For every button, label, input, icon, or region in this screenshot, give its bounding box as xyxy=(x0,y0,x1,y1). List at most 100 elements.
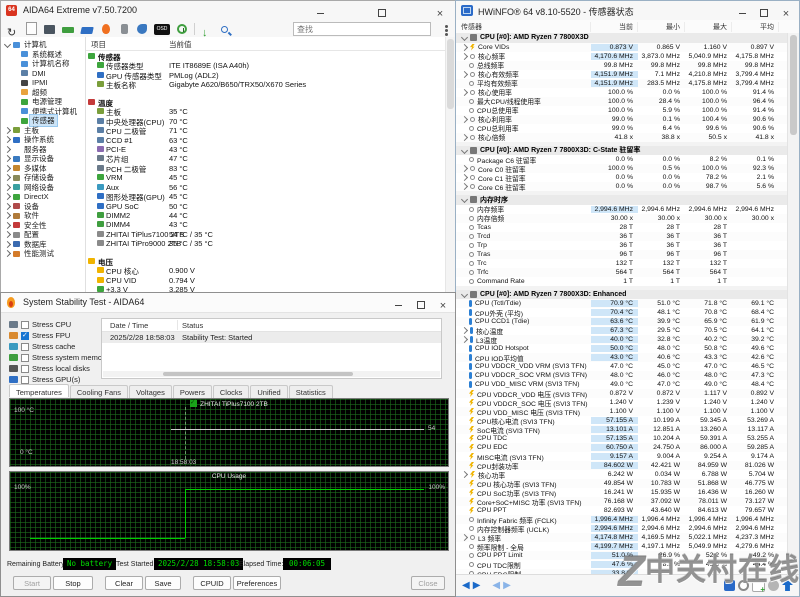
sensor-row[interactable]: Core C6 驻留率0.0 %0.0 %98.7 %5.6 % xyxy=(456,182,788,191)
chevron-right-icon[interactable] xyxy=(461,70,468,77)
chevron-right-icon[interactable] xyxy=(461,165,468,172)
log-header[interactable]: Date / Time Status xyxy=(102,319,441,332)
sidebar-item-dmi[interactable]: DMI xyxy=(1,69,85,79)
sensor-row[interactable]: Command Rate1 T1 T1 T xyxy=(456,277,788,286)
sidebar-item-sensor[interactable]: 传感器 xyxy=(1,116,85,126)
sidebar-item-security[interactable]: 安全性 xyxy=(1,221,85,231)
back-arrow-icon[interactable]: ◀ xyxy=(462,581,470,591)
sensor-row[interactable]: CPU VID0.794 V xyxy=(86,275,446,284)
chevron-down-icon[interactable] xyxy=(461,34,468,41)
chevron-down-icon[interactable] xyxy=(4,41,11,48)
close-button[interactable] xyxy=(779,4,793,17)
stop-button[interactable]: Stop xyxy=(53,576,93,590)
sensor-row[interactable]: PCI-E43 °C xyxy=(86,144,446,153)
tab-statistics[interactable]: Statistics xyxy=(289,385,333,398)
video-adapter-icon[interactable] xyxy=(80,27,93,34)
sensor-row[interactable]: 中央处理器(CPU)70 °C xyxy=(86,116,446,125)
checkbox[interactable] xyxy=(21,376,29,384)
chevron-down-icon[interactable] xyxy=(461,147,468,154)
chevron-right-icon[interactable] xyxy=(461,52,468,59)
close-button[interactable] xyxy=(433,4,447,17)
sidebar-item-computer-name[interactable]: 计算机名称 xyxy=(1,59,85,69)
hwinfo-group-header[interactable]: CPU [#0]: AMD Ryzen 7 7800X3D xyxy=(456,33,788,43)
scrollbar-thumb[interactable] xyxy=(163,372,353,376)
checkbox[interactable] xyxy=(21,343,29,351)
update-icon[interactable] xyxy=(202,23,214,35)
legend-checkbox-icon[interactable] xyxy=(190,400,197,407)
hwinfo-column-2[interactable]: 最小 xyxy=(638,22,685,32)
sensor-row[interactable]: Core+SoC+MISC 功率 (SVI3 TFN)76.168 W37.09… xyxy=(456,497,788,506)
chevron-right-icon[interactable] xyxy=(461,44,468,51)
column-item[interactable]: 项目 xyxy=(91,39,106,50)
minimize-button[interactable] xyxy=(735,4,749,17)
sensor-row[interactable]: DIMM443 °C xyxy=(86,219,446,228)
memory-icon[interactable] xyxy=(62,27,74,33)
log-row[interactable]: 2025/2/28 18:58:03Stability Test: Starte… xyxy=(102,332,441,343)
sensor-row[interactable]: SoC电流 (SVI3 TFN)13.101 A12.851 A13.260 A… xyxy=(456,425,788,434)
chevron-right-icon[interactable] xyxy=(4,165,11,172)
sensor-row[interactable]: PCH 二极管83 °C xyxy=(86,163,446,172)
sensor-row[interactable]: 芯片组47 °C xyxy=(86,153,446,162)
checkbox[interactable] xyxy=(21,354,29,362)
sensor-row[interactable]: GPU SoC50 °C xyxy=(86,201,446,210)
chevron-right-icon[interactable] xyxy=(4,155,11,162)
chevron-right-icon[interactable] xyxy=(4,136,11,143)
chevron-right-icon[interactable] xyxy=(4,174,11,181)
chevron-right-icon[interactable] xyxy=(461,88,468,95)
sensor-row[interactable]: CPU VDDCR_VDD VRM (SVI3 TFN)47.0 °C45.0 … xyxy=(456,362,788,371)
pin-icon[interactable] xyxy=(121,24,128,34)
sensor-row[interactable]: GPU 传感器类型PMLog (ADL2) xyxy=(86,70,446,79)
chevron-right-icon[interactable] xyxy=(4,127,11,134)
checkbox[interactable] xyxy=(21,321,29,329)
chevron-right-icon[interactable] xyxy=(461,174,468,181)
chevron-right-icon[interactable] xyxy=(4,241,11,248)
sensor-row[interactable]: Trfc564 T564 T564 T xyxy=(456,268,788,277)
maximize-button[interactable] xyxy=(757,4,771,17)
sensor-row[interactable]: CPU IOD平均值43.0 °C40.6 °C43.3 °C42.6 °C xyxy=(456,353,788,362)
stress-option[interactable]: Stress cache xyxy=(9,341,101,352)
forward-arrow-icon[interactable]: ▶ xyxy=(473,581,481,591)
osd-icon[interactable]: OSD xyxy=(154,24,170,35)
chevron-right-icon[interactable] xyxy=(4,203,11,210)
sensor-row[interactable]: Trc132 T132 T132 T xyxy=(456,259,788,268)
minimize-button[interactable] xyxy=(313,4,327,17)
checkbox[interactable] xyxy=(21,365,29,373)
save-button[interactable]: Save xyxy=(145,576,181,590)
chevron-right-icon[interactable] xyxy=(4,193,11,200)
sidebar-item-benchmark[interactable]: 性能测试 xyxy=(1,249,85,259)
chevron-right-icon[interactable] xyxy=(461,115,468,122)
clear-button[interactable]: Clear xyxy=(105,576,143,590)
maximize-button[interactable] xyxy=(375,4,389,17)
stability-test-icon[interactable] xyxy=(102,24,110,34)
graph-legend[interactable]: ZHITAI TiPlus7100 2TB xyxy=(10,400,448,408)
chevron-right-icon[interactable] xyxy=(4,146,11,153)
sensor-row[interactable]: VRM45 °C xyxy=(86,172,446,181)
chevron-down-icon[interactable] xyxy=(461,196,468,203)
sensor-row[interactable]: ZHITAI TiPro9000 2TB35 °C / 35 °C xyxy=(86,238,446,247)
hwinfo-group-header[interactable]: CPU [#0]: AMD Ryzen 7 7800X3D: Enhanced xyxy=(456,290,788,300)
sensor-row[interactable]: DIMM244 °C xyxy=(86,210,446,219)
panel-column-header[interactable]: 项目 当前值 xyxy=(86,37,446,51)
hwinfo-scrollbar[interactable] xyxy=(787,33,799,574)
sensor-row[interactable]: CPU 二极管71 °C xyxy=(86,125,446,134)
sensor-row[interactable]: 图形处理器(GPU)45 °C xyxy=(86,191,446,200)
hwinfo-column-headers[interactable]: 传感器当前最小最大平均 xyxy=(456,20,799,34)
chevron-right-icon[interactable] xyxy=(461,336,468,343)
preferences-button[interactable]: Preferences xyxy=(233,576,281,590)
tab-clocks[interactable]: Clocks xyxy=(213,385,250,398)
sensor-row[interactable]: CPU外壳 (平均)70.4 °C48.1 °C70.8 °C68.4 °C xyxy=(456,308,788,317)
chevron-right-icon[interactable] xyxy=(461,471,468,478)
stress-option[interactable]: Stress system memory xyxy=(9,352,101,363)
tab-unified[interactable]: Unified xyxy=(250,385,287,398)
sensor-row[interactable]: Aux56 °C xyxy=(86,182,446,191)
tab-temperatures[interactable]: Temperatures xyxy=(9,384,69,397)
stress-option[interactable]: Stress CPU xyxy=(9,319,101,330)
hwinfo-column-3[interactable]: 最大 xyxy=(685,22,732,32)
sidebar-item-devices[interactable]: 设备 xyxy=(1,202,85,212)
log-column-status[interactable]: Status xyxy=(182,321,203,330)
column-current-value[interactable]: 当前值 xyxy=(169,39,192,50)
tab-voltages[interactable]: Voltages xyxy=(129,385,172,398)
sensor-row[interactable]: L3温度40.0 °C32.8 °C40.2 °C39.2 °C xyxy=(456,335,788,344)
hwinfo-column-0[interactable]: 传感器 xyxy=(456,22,591,32)
sensor-row[interactable]: CPU 核心0.900 V xyxy=(86,265,446,274)
